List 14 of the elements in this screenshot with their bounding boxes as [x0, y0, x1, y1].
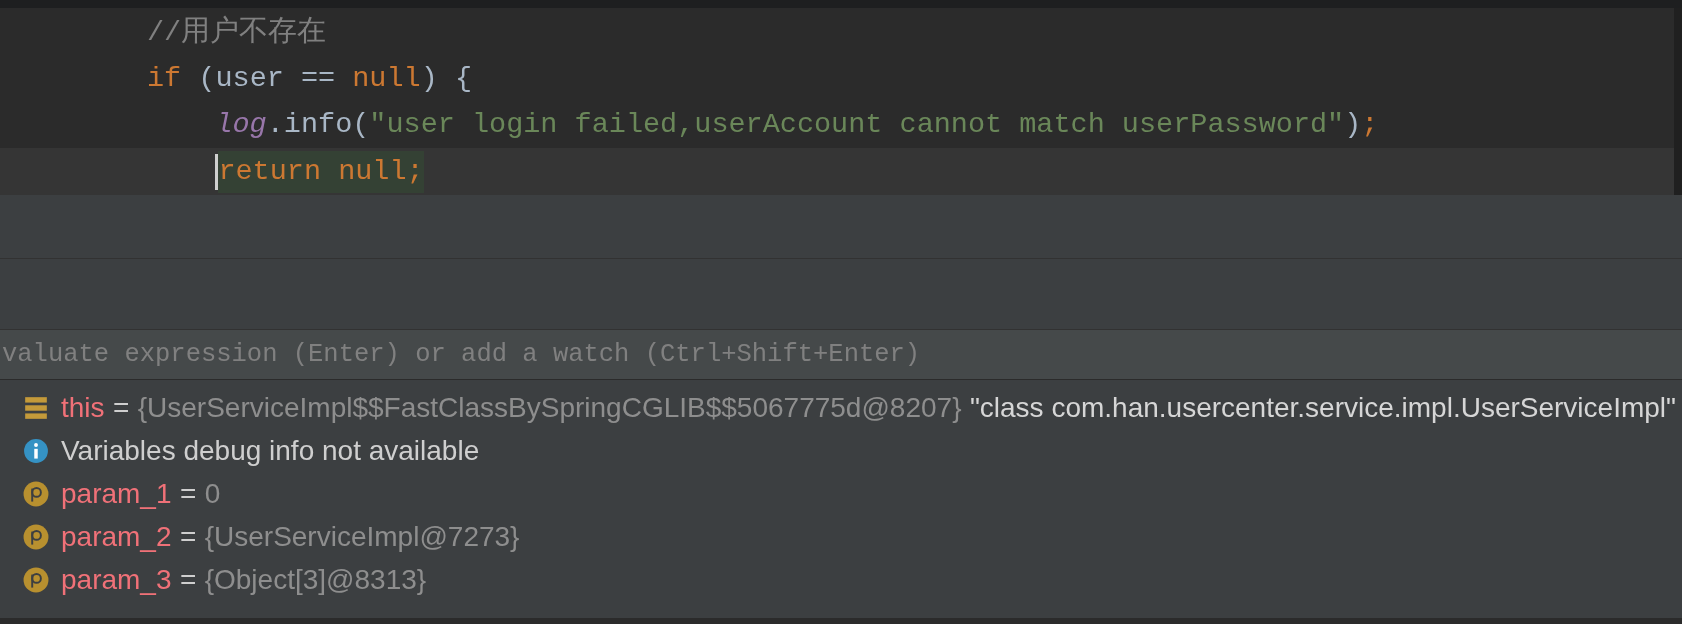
parameter-icon: [23, 480, 49, 507]
list-icon: [23, 394, 49, 421]
variable-entry[interactable]: this = {UserServiceImpl$$FastClassBySpringCGLIB$$5067775d@8207} "class com.han.usercenter.service.impl.UserServiceImpl": [61, 391, 1676, 424]
code-line: //用户不存在: [146, 15, 328, 52]
info-message: Variables debug info not available: [61, 434, 480, 467]
code-line: log.info("user login failed,userAccount cannot match userPassword");: [214, 107, 1380, 144]
parameter-icon: [23, 523, 49, 550]
evaluate-field[interactable]: valuate expression (Enter) or add a watch (Ctrl+Shift+Enter): [0, 330, 1682, 380]
parameter-icon: [23, 566, 49, 593]
variable-entry[interactable]: param_2 = {UserServiceImpl@7273}: [61, 520, 520, 553]
code-line: if (user == null) {: [146, 60, 473, 97]
variable-entry[interactable]: param_3 = {Object[3]@8313}: [61, 563, 427, 596]
variable-entry[interactable]: param_1 = 0: [61, 477, 221, 510]
info-icon: [23, 437, 49, 464]
